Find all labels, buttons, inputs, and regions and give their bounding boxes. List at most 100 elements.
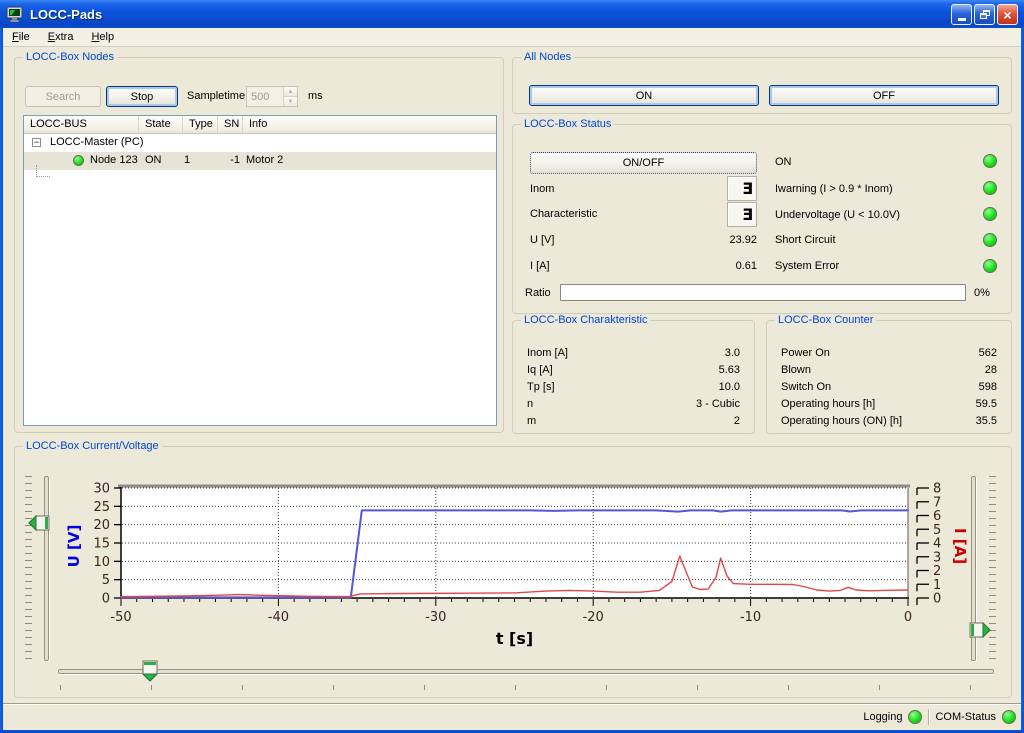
iwarning-led [983, 181, 997, 195]
node-list-header: LOCC-BUS State Type SN Info [24, 116, 496, 134]
menubar: File Extra Help [0, 28, 1024, 47]
ratio-percent: 0% [974, 287, 990, 299]
svg-text:-30: -30 [425, 610, 446, 625]
svg-text:2: 2 [933, 564, 941, 579]
char-tp-value: 10.0 [719, 381, 740, 393]
characteristic-dial-icon: Ǝ [727, 202, 757, 227]
statusbar-divider [928, 709, 929, 725]
column-locc-bus[interactable]: LOCC-BUS [24, 116, 139, 133]
menu-extra[interactable]: Extra [40, 29, 82, 45]
svg-text:0: 0 [102, 592, 110, 607]
undervoltage-led [983, 207, 997, 221]
svg-text:8: 8 [933, 482, 941, 497]
time-slider-thumb[interactable] [142, 660, 158, 682]
tree-row-master[interactable]: − LOCC-Master (PC) [24, 134, 496, 152]
i-scale-slider-thumb[interactable] [969, 622, 991, 638]
sampletime-label: Sampletime [187, 90, 245, 102]
svg-text:30: 30 [93, 482, 110, 497]
column-state[interactable]: State [139, 116, 183, 133]
svg-text:7: 7 [933, 495, 941, 510]
menu-help[interactable]: Help [83, 29, 122, 45]
search-button[interactable]: Search [25, 86, 101, 107]
svg-text:-40: -40 [268, 610, 289, 625]
inom-dial-icon: Ǝ [727, 176, 757, 201]
char-inom-label: Inom [A] [527, 347, 568, 359]
restore-icon [980, 10, 990, 19]
all-off-button[interactable]: OFF [769, 85, 999, 106]
counter-switchon-value: 598 [979, 381, 997, 393]
inom-label: Inom [530, 183, 554, 195]
column-info[interactable]: Info [243, 116, 496, 133]
node-label: Node 123 [90, 154, 138, 166]
char-n-label: n [527, 398, 533, 410]
counter-poweron-label: Power On [781, 347, 830, 359]
node-list: LOCC-BUS State Type SN Info − LOCC-Maste… [23, 115, 497, 426]
counter-blown-label: Blown [781, 364, 811, 376]
com-status-led [1002, 710, 1016, 724]
all-on-button[interactable]: ON [529, 85, 759, 106]
tree-row-node[interactable]: Node 123 ON 1 -1 Motor 2 [24, 152, 496, 170]
svg-text:4: 4 [933, 537, 941, 552]
statusbar: Logging COM-Status [0, 703, 1024, 733]
com-status-label: COM-Status [935, 711, 996, 723]
titlebar[interactable]: LOCC-Pads × [0, 0, 1024, 28]
svg-text:t [s]: t [s] [496, 629, 533, 648]
char-m-value: 2 [734, 415, 740, 427]
sampletime-unit: ms [308, 90, 323, 102]
minimize-button[interactable] [951, 4, 972, 25]
column-type[interactable]: Type [183, 116, 218, 133]
svg-text:-50: -50 [110, 610, 131, 625]
stop-button[interactable]: Stop [106, 86, 178, 107]
counter-blown-value: 28 [985, 364, 997, 376]
indicator-on-label: ON [775, 156, 792, 168]
counter-ophourson-value: 35.5 [976, 415, 997, 427]
app-monitor-icon [6, 6, 24, 23]
counter-ophourson-label: Operating hours (ON) [h] [781, 415, 902, 427]
svg-text:1: 1 [933, 578, 941, 593]
restore-button[interactable] [974, 4, 995, 25]
on-led [983, 154, 997, 168]
svg-text:I [A]: I [A] [951, 528, 969, 564]
u-scale-slider-track[interactable] [44, 476, 49, 661]
char-n-value: 3 - Cubic [696, 398, 740, 410]
u-label: U [V] [530, 234, 554, 246]
svg-text:20: 20 [93, 518, 110, 533]
collapse-icon[interactable]: − [32, 138, 41, 147]
u-scale-slider-ticks [25, 476, 32, 662]
menu-file[interactable]: File [4, 29, 38, 45]
counter-group: LOCC-Box Counter Power On 562 Blown 28 S… [766, 320, 1012, 434]
svg-text:5: 5 [102, 573, 110, 588]
time-slider-track[interactable] [58, 669, 994, 674]
char-m-label: m [527, 415, 536, 427]
indicator-systemerror-label: System Error [775, 260, 839, 272]
nodes-group: LOCC-Box Nodes Search Stop Sampletime ▲ … [14, 57, 504, 433]
counter-switchon-label: Switch On [781, 381, 831, 393]
onoff-button[interactable]: ON/OFF [530, 152, 757, 174]
sampletime-input[interactable] [247, 87, 283, 106]
time-slider-ticks [60, 685, 972, 690]
node-state: ON [145, 154, 162, 166]
sampletime-spinner[interactable]: ▲ ▼ [246, 86, 298, 107]
chart-group: LOCC-Box Current/Voltage 051015202530012… [14, 446, 1012, 698]
close-button[interactable]: × [997, 4, 1018, 25]
close-icon: × [1003, 7, 1011, 23]
master-label: LOCC-Master (PC) [50, 136, 144, 148]
spin-up-icon[interactable]: ▲ [284, 87, 297, 96]
svg-text:10: 10 [93, 555, 110, 570]
column-sn[interactable]: SN [218, 116, 243, 133]
counter-ophours-label: Operating hours [h] [781, 398, 875, 410]
all-nodes-title: All Nodes [521, 51, 574, 63]
u-scale-slider-thumb[interactable] [28, 515, 50, 531]
node-status-led [73, 155, 84, 166]
spin-down-icon[interactable]: ▼ [284, 96, 297, 106]
shortcircuit-led [983, 233, 997, 247]
svg-text:0: 0 [933, 592, 941, 607]
ratio-label: Ratio [525, 287, 551, 299]
nodes-group-title: LOCC-Box Nodes [23, 51, 117, 63]
svg-text:-20: -20 [583, 610, 604, 625]
svg-text:0: 0 [904, 610, 912, 625]
logging-label: Logging [863, 711, 902, 723]
systemerror-led [983, 259, 997, 273]
char-iq-value: 5.63 [719, 364, 740, 376]
node-type: 1 [184, 154, 190, 166]
